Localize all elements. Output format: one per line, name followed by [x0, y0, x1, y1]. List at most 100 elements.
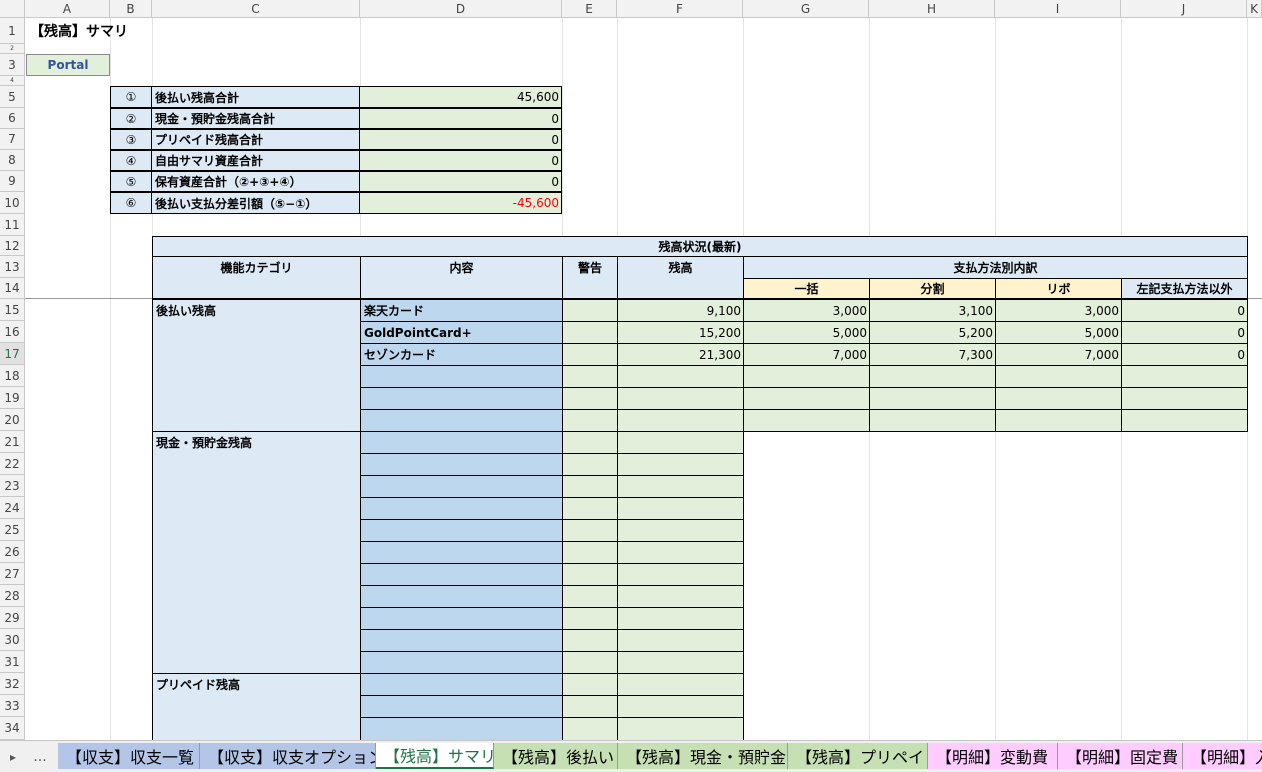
row-header-3[interactable]: 3 [0, 54, 25, 76]
column-header-f[interactable]: F [617, 0, 743, 18]
content-cell[interactable] [360, 453, 563, 476]
other-cell[interactable] [1121, 387, 1248, 410]
content-cell[interactable] [360, 431, 563, 454]
balance-cell[interactable]: 15,200 [617, 321, 744, 344]
warning-cell[interactable] [562, 365, 618, 388]
summary-value[interactable]: 0 [360, 129, 561, 150]
row-header-7[interactable]: 7 [0, 129, 25, 150]
warning-cell[interactable] [562, 321, 618, 344]
select-all-corner[interactable] [0, 0, 25, 18]
installment-cell[interactable] [869, 365, 996, 388]
revolving-cell[interactable]: 5,000 [995, 321, 1122, 344]
row-header-22[interactable]: 22 [0, 453, 25, 475]
balance-cell[interactable] [617, 541, 744, 564]
row-header-12[interactable]: 12 [0, 236, 25, 256]
warning-cell[interactable] [562, 475, 618, 498]
balance-cell[interactable] [617, 409, 744, 432]
content-cell[interactable]: GoldPointCard+ [360, 321, 563, 344]
revolving-cell[interactable] [995, 409, 1122, 432]
warning-cell[interactable] [562, 343, 618, 366]
warning-cell[interactable] [562, 607, 618, 630]
warning-cell[interactable] [562, 629, 618, 652]
row-header-23[interactable]: 23 [0, 475, 25, 497]
column-header-a[interactable]: A [25, 0, 110, 18]
summary-value[interactable]: 0 [360, 108, 561, 129]
installment-cell[interactable]: 3,100 [869, 299, 996, 322]
revolving-cell[interactable] [995, 387, 1122, 410]
row-header-21[interactable]: 21 [0, 431, 25, 453]
sheet-tab[interactable]: 【明細】変動費 [928, 743, 1058, 769]
balance-cell[interactable] [617, 497, 744, 520]
warning-cell[interactable] [562, 497, 618, 520]
row-header-11[interactable]: 11 [0, 214, 25, 236]
row-header-26[interactable]: 26 [0, 541, 25, 563]
warning-cell[interactable] [562, 387, 618, 410]
warning-cell[interactable] [562, 695, 618, 718]
content-cell[interactable] [360, 651, 563, 674]
tab-scroll-next-icon[interactable]: ▸ [4, 745, 22, 769]
balance-cell[interactable] [617, 585, 744, 608]
tab-more-button[interactable]: ... [28, 745, 52, 769]
content-cell[interactable] [360, 409, 563, 432]
other-cell[interactable] [1121, 365, 1248, 388]
content-cell[interactable] [360, 717, 563, 740]
warning-cell[interactable] [562, 299, 618, 322]
row-header-34[interactable]: 34 [0, 717, 25, 740]
balance-cell[interactable] [617, 607, 744, 630]
spreadsheet-grid[interactable]: ABCDEFGHIJK 1 2 3 4 5 6 7 8 9 10 11 12 13 14 15 16 17 18 1… [0, 0, 1262, 740]
row-header-8[interactable]: 8 [0, 150, 25, 171]
warning-cell[interactable] [562, 585, 618, 608]
balance-cell[interactable] [617, 475, 744, 498]
content-cell[interactable] [360, 475, 563, 498]
balance-cell[interactable] [617, 431, 744, 454]
content-cell[interactable] [360, 541, 563, 564]
lump-cell[interactable]: 5,000 [743, 321, 870, 344]
sheet-tab[interactable]: 【明細】固定費 [1058, 743, 1183, 769]
warning-cell[interactable] [562, 651, 618, 674]
row-header-27[interactable]: 27 [0, 563, 25, 585]
row-header-6[interactable]: 6 [0, 108, 25, 129]
balance-cell[interactable] [617, 453, 744, 476]
content-cell[interactable]: セゾンカード [360, 343, 563, 366]
column-header-j[interactable]: J [1121, 0, 1247, 18]
row-header-15[interactable]: 15 [0, 299, 25, 321]
other-cell[interactable] [1121, 409, 1248, 432]
row-header-31[interactable]: 31 [0, 651, 25, 673]
content-cell[interactable] [360, 585, 563, 608]
sheet-tab[interactable]: 【残高】サマリ [376, 743, 494, 769]
revolving-cell[interactable]: 3,000 [995, 299, 1122, 322]
warning-cell[interactable] [562, 431, 618, 454]
warning-cell[interactable] [562, 673, 618, 696]
row-header-28[interactable]: 28 [0, 585, 25, 607]
content-cell[interactable] [360, 387, 563, 410]
summary-value[interactable]: -45,600 [360, 192, 561, 214]
sheet-tab[interactable]: 【収支】収支オプション [200, 743, 376, 769]
warning-cell[interactable] [562, 409, 618, 432]
other-cell[interactable]: 0 [1121, 343, 1248, 366]
row-header-5[interactable]: 5 [0, 86, 25, 108]
revolving-cell[interactable]: 7,000 [995, 343, 1122, 366]
lump-cell[interactable] [743, 387, 870, 410]
sheet-tab[interactable]: 【残高】後払い [494, 743, 618, 769]
row-header-4[interactable]: 4 [0, 76, 25, 86]
warning-cell[interactable] [562, 563, 618, 586]
summary-value[interactable]: 45,600 [360, 86, 561, 108]
row-header-19[interactable]: 19 [0, 387, 25, 409]
row-header-18[interactable]: 18 [0, 365, 25, 387]
row-header-32[interactable]: 32 [0, 673, 25, 695]
sheet-tab[interactable]: 【残高】プリペイド [788, 743, 928, 769]
other-cell[interactable]: 0 [1121, 299, 1248, 322]
content-cell[interactable] [360, 607, 563, 630]
content-cell[interactable] [360, 629, 563, 652]
column-header-b[interactable]: B [110, 0, 152, 18]
balance-cell[interactable] [617, 673, 744, 696]
balance-cell[interactable]: 21,300 [617, 343, 744, 366]
row-header-9[interactable]: 9 [0, 171, 25, 192]
lump-cell[interactable] [743, 365, 870, 388]
balance-cell[interactable]: 9,100 [617, 299, 744, 322]
row-header-29[interactable]: 29 [0, 607, 25, 629]
warning-cell[interactable] [562, 541, 618, 564]
sheet-tab[interactable]: 【明細】入 [1183, 743, 1262, 769]
balance-cell[interactable] [617, 387, 744, 410]
column-header-e[interactable]: E [562, 0, 617, 18]
